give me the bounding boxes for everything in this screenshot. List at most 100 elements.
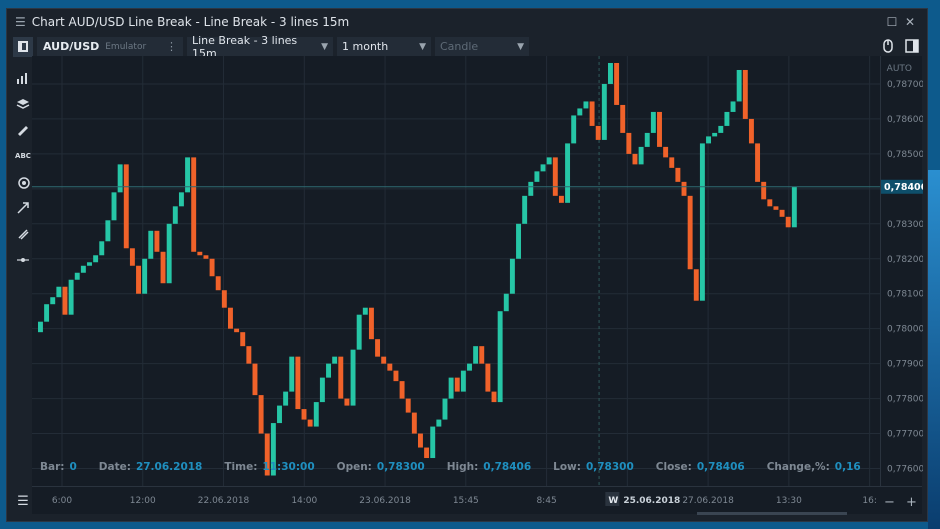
line-break-brick [718,125,724,133]
low-value: 0,78300 [585,461,634,473]
line-break-brick [74,272,80,280]
line-break-brick [773,206,779,210]
line-break-brick [509,258,515,294]
price-axis[interactable]: AUTO 0,787000,786000,785000,784000,78300… [880,56,928,486]
line-break-brick [522,195,528,224]
symbol-source: Emulator [105,41,147,52]
line-break-brick [172,206,178,224]
line-break-brick [442,398,448,420]
line-break-brick [748,118,754,144]
date-label: Date: [98,461,131,473]
line-break-brick [44,304,50,322]
zoom-in-icon: + [906,495,917,510]
chart-plot-area[interactable] [32,56,880,486]
desktop-background [928,170,940,529]
line-break-brick [326,363,331,378]
line-break-brick [669,157,675,168]
line-break-brick [485,363,491,392]
style-dropdown[interactable]: Candle ▼ [435,36,529,57]
line-break-brick [565,143,571,203]
line-break-brick [583,101,589,109]
line-break-brick [405,398,411,413]
close-icon[interactable]: ✕ [901,15,919,29]
auto-scale-label[interactable]: AUTO [887,64,912,74]
time-axis-labels: 6:00 12:00 22.06.2018 14:00 23.06.2018 15:45 8… [52,492,917,515]
line-break-brick [277,405,282,424]
time-tick-label: 16: [862,496,876,506]
line-break-brick [430,426,436,459]
line-break-brick [56,286,62,298]
time-axis[interactable]: 6:00 12:00 22.06.2018 14:00 23.06.2018 15:45 8… [32,486,922,515]
line-break-brick [626,132,632,154]
line-break-brick [50,297,56,305]
period-dropdown[interactable]: 1 month ▼ [337,36,431,57]
style-value: Candle [440,40,479,53]
line-break-brick [785,216,791,228]
time-label: Time: [224,461,258,473]
line-break-brick [375,339,381,357]
line-break-brick [350,349,356,406]
chevron-down-icon: ▼ [517,41,524,52]
line-break-brick [675,167,681,182]
line-break-brick [362,307,368,315]
line-break-brick [387,363,393,371]
line-break-brick [503,293,509,312]
line-break-brick [528,181,534,196]
panel-toggle-icon[interactable] [13,36,33,57]
more-options-icon[interactable]: ⋮ [166,40,177,53]
side-panel-icon[interactable] [903,37,921,55]
line-break-brick [687,195,693,270]
maximize-icon[interactable]: ☐ [883,15,901,29]
line-break-brick [105,220,111,242]
line-break-brick [258,395,264,434]
line-break-brick [730,101,736,112]
line-break-brick [295,356,301,410]
line-break-brick [418,433,423,448]
bar-label: Bar: [40,461,65,473]
open-label: Open: [336,461,372,473]
current-price-label: 0,78406 [884,182,923,193]
price-tick-label: 0,77900 [887,360,923,370]
line-break-brick [62,286,68,315]
line-break-brick [608,62,613,84]
date-value: 27.06.2018 [135,461,203,473]
zoom-out-icon: − [884,495,895,510]
line-break-brick [411,412,417,434]
line-break-brick [111,192,117,221]
line-break-brick [693,269,699,301]
line-break-brick [129,248,135,266]
window-menu-icon[interactable]: ☰ [15,15,26,29]
window-title: Chart AUD/USD Line Break - Line Break - … [31,14,350,29]
line-break-brick [571,115,577,144]
line-break-brick [289,356,295,392]
price-tick-label: 0,78700 [887,80,923,90]
chart-type-dropdown[interactable]: Line Break - 3 lines 15m ▼ [187,34,333,60]
price-tick-label: 0,77600 [887,465,923,475]
line-break-brick [540,164,546,172]
line-break-brick [215,276,221,291]
time-value: 11:30:00 [262,461,315,473]
mouse-icon[interactable] [879,37,897,55]
line-break-brick [638,146,644,165]
line-break-brick [142,258,148,294]
week-marker-label: W [608,496,618,506]
line-break-brick [148,230,154,259]
time-tick-label: 13:30 [776,496,802,506]
bar-value: 0 [69,461,77,473]
line-break-brick [191,157,197,252]
line-break-brick [558,195,564,203]
line-break-brick [516,223,521,259]
line-break-brick [620,104,626,133]
symbol-selector[interactable]: AUD/USD Emulator ⋮ [37,36,183,57]
line-break-brick [473,346,479,364]
high-value: 0,78406 [483,461,532,473]
line-break-brick [454,377,460,392]
high-label: High: [446,461,479,473]
line-break-brick [424,447,430,459]
line-break-brick [93,255,99,263]
line-break-brick [338,356,344,399]
line-break-brick [779,209,785,217]
bar-info-strip: Bar: 0 Date: 27.06.2018 Time: 11:30:00 O… [40,459,878,475]
line-break-brick [595,125,601,140]
line-break-brick [240,332,246,347]
